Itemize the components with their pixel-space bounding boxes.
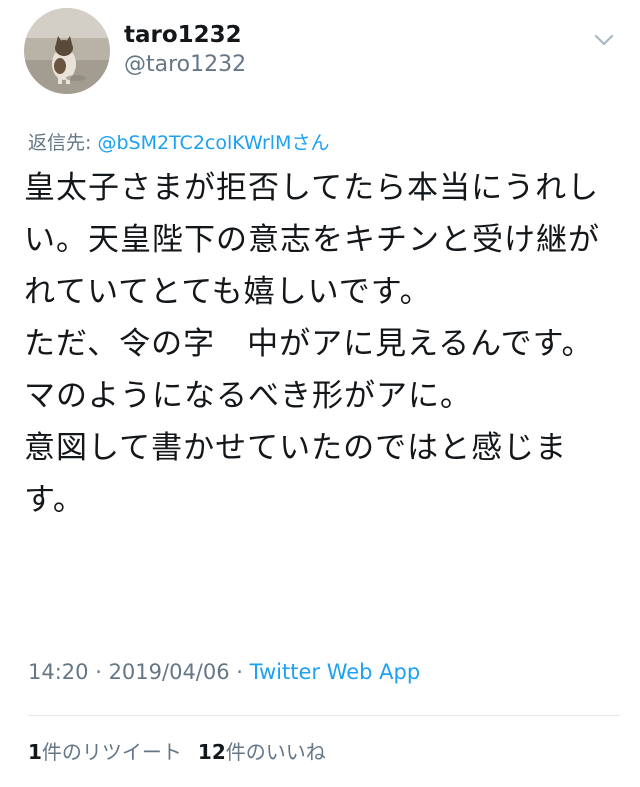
likes-stat[interactable]: 12件のいいね bbox=[198, 740, 326, 764]
divider bbox=[28, 715, 620, 716]
tweet-text: 皇太子さまが拒否してたら本当にうれしい。天皇陛下の意志をキチンと受け継がれていて… bbox=[24, 170, 600, 518]
user-handle[interactable]: @taro1232 bbox=[124, 52, 246, 77]
tweet-stats: 1件のリツイート 12件のいいね bbox=[28, 736, 326, 765]
reply-prefix: 返信先: bbox=[28, 132, 98, 154]
likes-label: 件のいいね bbox=[225, 740, 326, 764]
display-name[interactable]: taro1232 bbox=[124, 22, 242, 48]
tweet-date[interactable]: 2019/04/06 bbox=[109, 660, 230, 684]
tweet-source-link[interactable]: Twitter Web App bbox=[250, 660, 421, 684]
retweets-label: 件のリツイート bbox=[41, 740, 182, 764]
tweet-meta: 14:20 · 2019/04/06 · Twitter Web App bbox=[28, 660, 420, 684]
reply-mention-link[interactable]: @bSM2TC2colKWrlMさん bbox=[97, 132, 329, 154]
avatar[interactable] bbox=[24, 8, 110, 94]
cat-photo-avatar-icon bbox=[24, 8, 110, 94]
retweets-count: 1 bbox=[28, 740, 42, 764]
reply-to-line: 返信先: @bSM2TC2colKWrlMさん bbox=[28, 128, 329, 155]
tweet-time[interactable]: 14:20 bbox=[28, 660, 89, 684]
tweet-header: taro1232 @taro1232 bbox=[0, 0, 640, 110]
chevron-down-icon[interactable] bbox=[590, 26, 618, 54]
meta-separator: · bbox=[229, 660, 250, 684]
retweets-stat[interactable]: 1件のリツイート bbox=[28, 740, 182, 764]
likes-count: 12 bbox=[197, 740, 226, 764]
meta-separator: · bbox=[88, 660, 109, 684]
